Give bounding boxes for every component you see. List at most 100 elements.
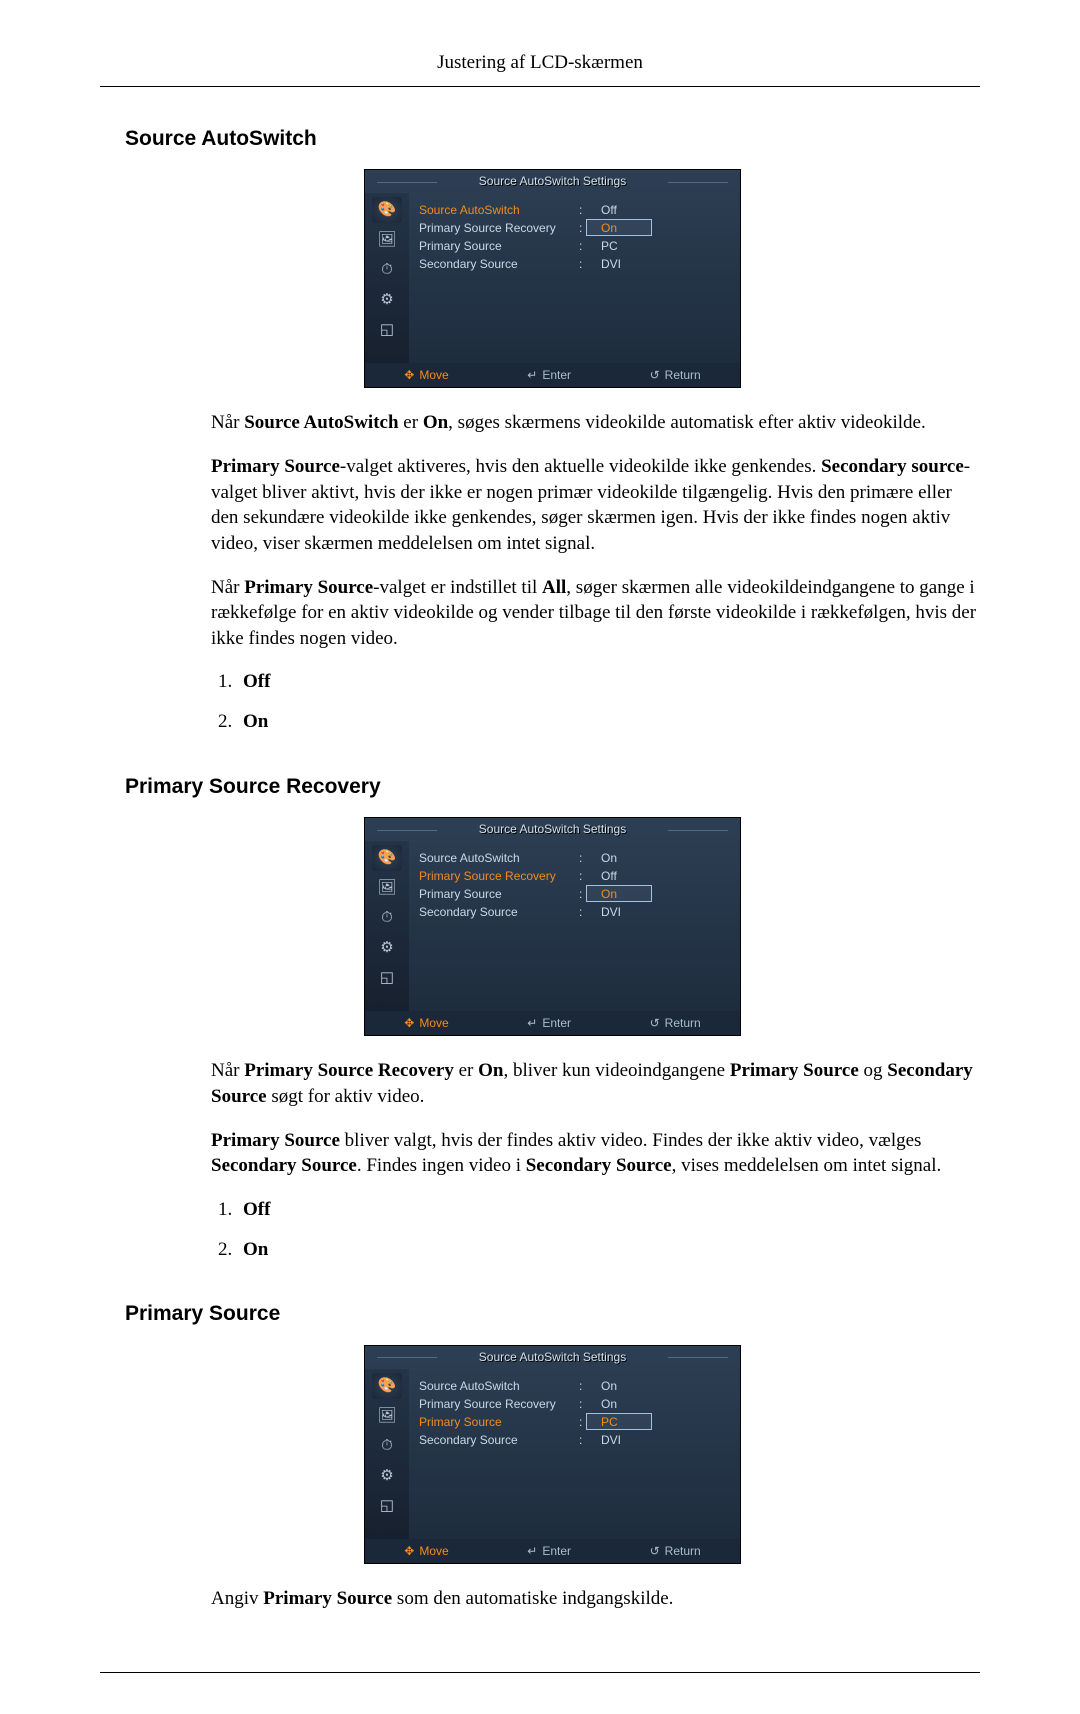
osd-row-label: Secondary Source — [419, 1432, 579, 1448]
osd-row: Primary Source:On — [419, 885, 730, 903]
osd-row-value: Off — [589, 202, 691, 218]
osd-panel: Source AutoSwitch Settings🎨🖼⏱⚙◱Source Au… — [364, 817, 741, 1036]
osd-row-label: Primary Source — [419, 238, 579, 254]
osd-footer-enter: ↵ Enter — [527, 367, 571, 383]
pip-icon: ◱ — [372, 1493, 402, 1519]
osd-row-colon: : — [579, 238, 589, 254]
osd-main: Source AutoSwitch:OffPrimary Source Reco… — [409, 193, 740, 363]
osd-titlebar: Source AutoSwitch Settings — [365, 170, 740, 193]
osd-screenshot: Source AutoSwitch Settings🎨🖼⏱⚙◱Source Au… — [125, 817, 980, 1036]
enter-icon: ↵ — [527, 1543, 537, 1559]
osd-row: Source AutoSwitch:On — [419, 849, 730, 867]
osd-row: Primary Source Recovery:On — [419, 1395, 730, 1413]
osd-row-label: Primary Source Recovery — [419, 1396, 579, 1412]
osd-row: Source AutoSwitch:On — [419, 1377, 730, 1395]
osd-main: Source AutoSwitch:OnPrimary Source Recov… — [409, 1369, 740, 1539]
osd-row-colon: : — [579, 1432, 589, 1448]
osd-body: 🎨🖼⏱⚙◱Source AutoSwitch:OnPrimary Source … — [365, 1369, 740, 1539]
body-paragraph: Primary Source-valget aktiveres, hvis de… — [211, 454, 980, 557]
osd-row-value: DVI — [589, 904, 691, 920]
osd-row-value: DVI — [589, 1432, 691, 1448]
body-paragraph: Når Primary Source-valget er indstillet … — [211, 575, 980, 652]
osd-footer-move-label: Move — [419, 1015, 448, 1031]
osd-row-label: Secondary Source — [419, 904, 579, 920]
move-icon: ✥ — [404, 1543, 414, 1559]
timer-icon: ⏱ — [372, 1433, 402, 1459]
picture-icon: 🖼 — [372, 227, 402, 253]
osd-footer-move: ✥Move — [404, 1543, 448, 1559]
section-heading: Source AutoSwitch — [125, 125, 980, 153]
option-label: On — [243, 711, 268, 732]
osd-row: Secondary Source:DVI — [419, 903, 730, 921]
return-icon: ↺ — [650, 367, 660, 383]
palette-icon: 🎨 — [372, 1373, 402, 1399]
osd-footer-move-label: Move — [419, 367, 448, 383]
osd-row-colon: : — [579, 904, 589, 920]
option-item: Off — [237, 1197, 980, 1223]
osd-footer: ✥ Move ↵ Enter ↺ Return — [365, 1011, 740, 1035]
osd-row: Secondary Source:DVI — [419, 1431, 730, 1449]
osd-row-label: Primary Source Recovery — [419, 868, 579, 884]
osd-sidebar: 🎨🖼⏱⚙◱ — [365, 1369, 409, 1539]
section-body: Når Primary Source Recovery er On, blive… — [125, 1058, 980, 1179]
osd-body: 🎨🖼⏱⚙◱Source AutoSwitch:OnPrimary Source … — [365, 841, 740, 1011]
gear-icon: ⚙ — [372, 287, 402, 313]
palette-icon: 🎨 — [372, 845, 402, 871]
palette-icon: 🎨 — [372, 197, 402, 223]
pip-icon: ◱ — [372, 317, 402, 343]
osd-footer-return: ↺Return — [650, 1543, 701, 1559]
osd-footer: ✥Move ↵Enter ↺Return — [365, 1539, 740, 1563]
osd-row-colon: : — [579, 256, 589, 272]
osd-row-value: On — [589, 850, 691, 866]
osd-footer-enter-label: Enter — [542, 1015, 571, 1031]
option-label: Off — [243, 671, 270, 692]
move-icon: ✥ — [404, 1015, 414, 1031]
picture-icon: 🖼 — [372, 875, 402, 901]
osd-footer-return-label: Return — [665, 367, 701, 383]
osd-row-colon: : — [579, 1378, 589, 1394]
osd-row-value: On — [589, 1378, 691, 1394]
document-page: Justering af LCD-skærmen Source AutoSwit… — [0, 0, 1080, 1714]
option-item: Off — [237, 669, 980, 695]
osd-row: Primary Source:PC — [419, 237, 730, 255]
osd-footer-return-label: Return — [665, 1543, 701, 1559]
osd-footer-move: ✥ Move — [404, 367, 448, 383]
osd-panel: Source AutoSwitch Settings🎨🖼⏱⚙◱Source Au… — [364, 1345, 741, 1564]
osd-row-value: DVI — [589, 256, 691, 272]
osd-row: Primary Source:PC — [419, 1413, 730, 1431]
enter-icon: ↵ — [527, 1015, 537, 1031]
return-icon: ↺ — [650, 1015, 660, 1031]
move-icon: ✥ — [404, 367, 414, 383]
timer-icon: ⏱ — [372, 257, 402, 283]
osd-row-value: Off — [589, 868, 691, 884]
osd-footer-enter-label: Enter — [542, 367, 571, 383]
option-item: On — [237, 1237, 980, 1263]
gear-icon: ⚙ — [372, 935, 402, 961]
page-header: Justering af LCD-skærmen — [100, 50, 980, 87]
osd-panel: Source AutoSwitch Settings🎨🖼⏱⚙◱Source Au… — [364, 169, 741, 388]
osd-body: 🎨🖼⏱⚙◱Source AutoSwitch:OffPrimary Source… — [365, 193, 740, 363]
osd-row-value: PC — [589, 238, 691, 254]
osd-footer-enter: ↵Enter — [527, 1543, 571, 1559]
osd-footer-return: ↺ Return — [650, 367, 701, 383]
osd-row-value: On — [589, 220, 691, 236]
osd-row: Primary Source Recovery:Off — [419, 867, 730, 885]
osd-footer-return: ↺ Return — [650, 1015, 701, 1031]
osd-row-colon: : — [579, 202, 589, 218]
osd-footer-enter: ↵ Enter — [527, 1015, 571, 1031]
option-list: Off On — [125, 1197, 980, 1262]
osd-row: Primary Source Recovery:On — [419, 219, 730, 237]
enter-icon: ↵ — [527, 367, 537, 383]
osd-row-label: Primary Source — [419, 1414, 579, 1430]
osd-screenshot: Source AutoSwitch Settings🎨🖼⏱⚙◱Source Au… — [125, 169, 980, 388]
gear-icon: ⚙ — [372, 1463, 402, 1489]
body-paragraph: Primary Source bliver valgt, hvis der fi… — [211, 1128, 980, 1179]
option-label: On — [243, 1239, 268, 1260]
osd-row-value: On — [589, 886, 691, 902]
body-paragraph: Når Source AutoSwitch er On, søges skærm… — [211, 410, 980, 436]
section-heading: Primary Source Recovery — [125, 773, 980, 801]
osd-footer-return-label: Return — [665, 1015, 701, 1031]
page-header-text: Justering af LCD-skærmen — [437, 52, 643, 73]
osd-row-colon: : — [579, 850, 589, 866]
option-item: On — [237, 709, 980, 735]
